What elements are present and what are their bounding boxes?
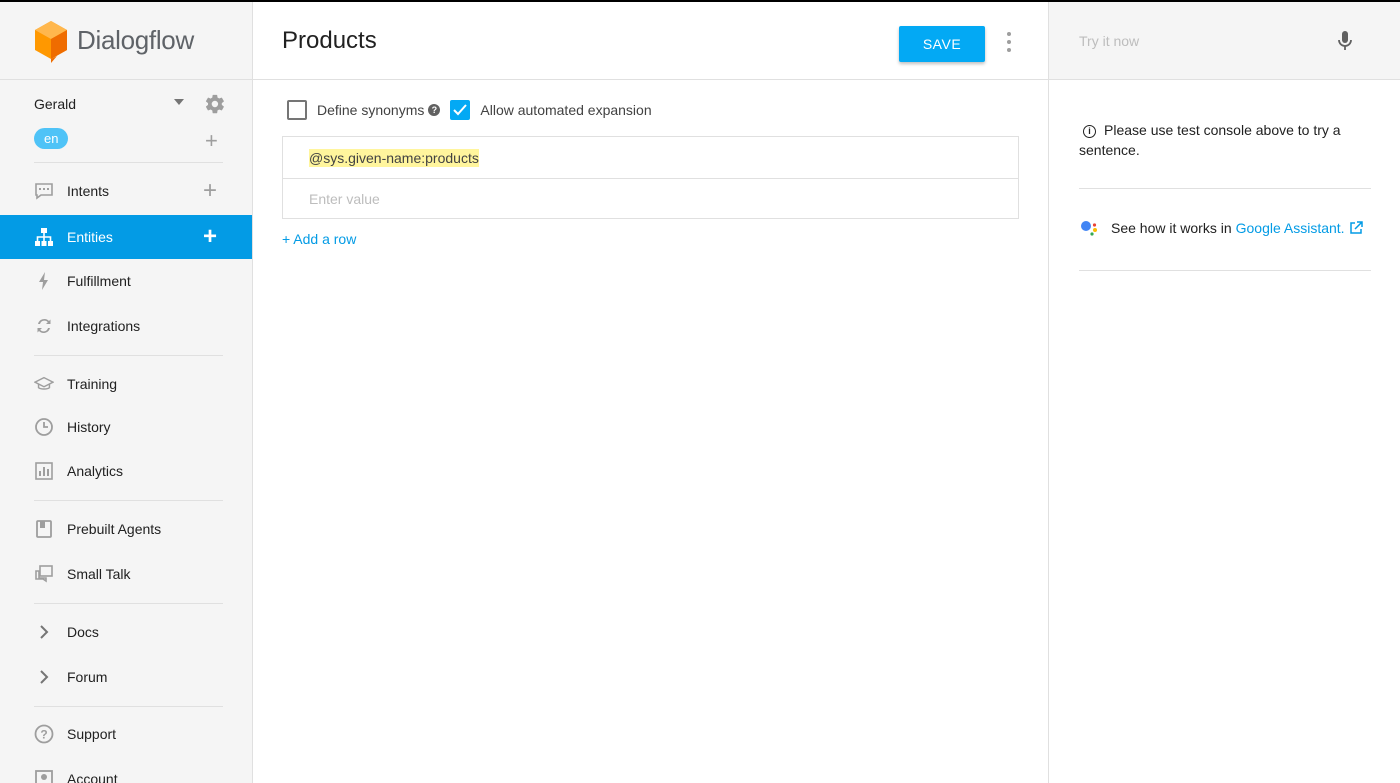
entry-value[interactable]: @sys.given-name:products	[309, 148, 479, 167]
language-pill[interactable]: en	[34, 128, 69, 149]
console-info: i Please use test console above to try a …	[1079, 120, 1371, 160]
gear-icon[interactable]	[204, 93, 226, 115]
google-assistant-icon	[1081, 221, 1097, 236]
divider	[34, 355, 223, 356]
sidebar-item-support[interactable]: ? Support	[0, 712, 252, 756]
microphone-icon[interactable]	[1337, 30, 1353, 52]
sidebar-item-label: Training	[67, 376, 118, 392]
chat-bubble-icon	[34, 181, 54, 201]
help-icon[interactable]: ?	[428, 104, 441, 116]
info-icon: i	[1083, 124, 1096, 138]
bar-chart-icon	[34, 461, 54, 481]
add-row-link[interactable]: + Add a row	[282, 231, 356, 247]
sidebar-item-training[interactable]: Training	[0, 362, 252, 406]
add-intent-icon[interactable]: +	[203, 179, 217, 203]
sidebar-item-intents[interactable]: Intents +	[0, 169, 252, 213]
graduation-cap-icon	[34, 374, 54, 394]
more-vert-icon[interactable]	[1005, 32, 1013, 52]
logo[interactable]: Dialogflow	[0, 2, 252, 80]
divider	[34, 603, 223, 604]
page-title: Products	[282, 27, 377, 54]
sidebar: Dialogflow Gerald en + Intents + Entitie…	[0, 2, 253, 783]
entity-options: Define synonyms ? Allow automated expans…	[287, 99, 652, 121]
sidebar-item-label: Small Talk	[67, 566, 131, 582]
sidebar-item-docs[interactable]: Docs	[0, 610, 252, 654]
help-circle-icon: ?	[34, 724, 54, 744]
language-row: en +	[34, 128, 224, 152]
table-row[interactable]: @sys.given-name:products	[283, 137, 1018, 178]
sidebar-item-label: Account	[67, 771, 118, 783]
divider	[1079, 270, 1371, 271]
sidebar-item-label: Analytics	[67, 463, 124, 479]
sidebar-item-analytics[interactable]: Analytics	[0, 449, 252, 493]
main-panel: Products SAVE Define synonyms ? Allow au…	[253, 2, 1048, 783]
agent-name: Gerald	[34, 96, 77, 112]
dialogflow-logo-icon	[35, 20, 67, 63]
sidebar-item-history[interactable]: History	[0, 405, 252, 449]
chevron-right-icon	[34, 667, 54, 687]
agent-selector[interactable]: Gerald	[34, 92, 224, 116]
try-it-bar: Try it now	[1049, 2, 1400, 80]
chat-bubbles-icon	[34, 564, 54, 584]
sidebar-item-forum[interactable]: Forum	[0, 655, 252, 699]
define-synonyms-checkbox[interactable]	[287, 100, 307, 120]
sidebar-item-label: Support	[67, 726, 117, 742]
sidebar-item-label: Docs	[67, 624, 99, 640]
divider	[34, 500, 223, 501]
divider	[34, 162, 223, 163]
sidebar-item-label: Prebuilt Agents	[67, 521, 162, 537]
sidebar-item-account[interactable]: Account	[0, 757, 252, 783]
entity-entries-table: @sys.given-name:products Enter value	[282, 136, 1019, 219]
divider	[1079, 188, 1371, 189]
clock-icon	[34, 417, 54, 437]
external-link-icon[interactable]	[1349, 221, 1363, 235]
sidebar-item-entities[interactable]: Entities +	[0, 215, 252, 259]
console-info-text: Please use test console above to try a s…	[1079, 122, 1341, 158]
sidebar-item-fulfillment[interactable]: Fulfillment	[0, 259, 252, 303]
book-icon	[34, 519, 54, 539]
enter-value-input[interactable]: Enter value	[309, 191, 380, 207]
sidebar-item-label: Fulfillment	[67, 273, 131, 289]
google-assistant-row: See how it works in Google Assistant.	[1079, 218, 1363, 238]
define-synonyms-label: Define synonyms	[317, 102, 425, 118]
hierarchy-icon	[34, 227, 54, 247]
test-console: Try it now i Please use test console abov…	[1048, 2, 1400, 783]
svg-text:?: ?	[40, 728, 47, 742]
sidebar-item-small-talk[interactable]: Small Talk	[0, 552, 252, 596]
add-language-icon[interactable]: +	[205, 130, 218, 152]
auto-expansion-label: Allow automated expansion	[480, 102, 652, 118]
google-assistant-link[interactable]: Google Assistant.	[1236, 220, 1345, 236]
try-it-input[interactable]: Try it now	[1079, 33, 1139, 49]
sidebar-item-label: Forum	[67, 669, 108, 685]
sync-icon	[34, 316, 54, 336]
table-row[interactable]: Enter value	[283, 178, 1018, 219]
caret-down-icon[interactable]	[174, 99, 184, 105]
lightning-bolt-icon	[34, 271, 54, 291]
account-icon	[34, 769, 54, 783]
ga-prefix-text: See how it works in	[1111, 220, 1232, 236]
sidebar-item-prebuilt-agents[interactable]: Prebuilt Agents	[0, 507, 252, 551]
sidebar-item-integrations[interactable]: Integrations	[0, 304, 252, 348]
sidebar-item-label: Intents	[67, 183, 110, 199]
sidebar-item-label: History	[67, 419, 111, 435]
sidebar-item-label: Integrations	[67, 318, 141, 334]
check-icon	[453, 104, 468, 116]
save-button[interactable]: SAVE	[899, 26, 985, 62]
divider	[34, 706, 223, 707]
app-name: Dialogflow	[77, 25, 194, 55]
add-entity-icon[interactable]: +	[203, 225, 217, 249]
sidebar-item-label: Entities	[67, 229, 113, 245]
auto-expansion-checkbox[interactable]	[450, 100, 471, 120]
main-header: Products SAVE	[253, 2, 1048, 80]
chevron-right-icon	[34, 622, 54, 642]
